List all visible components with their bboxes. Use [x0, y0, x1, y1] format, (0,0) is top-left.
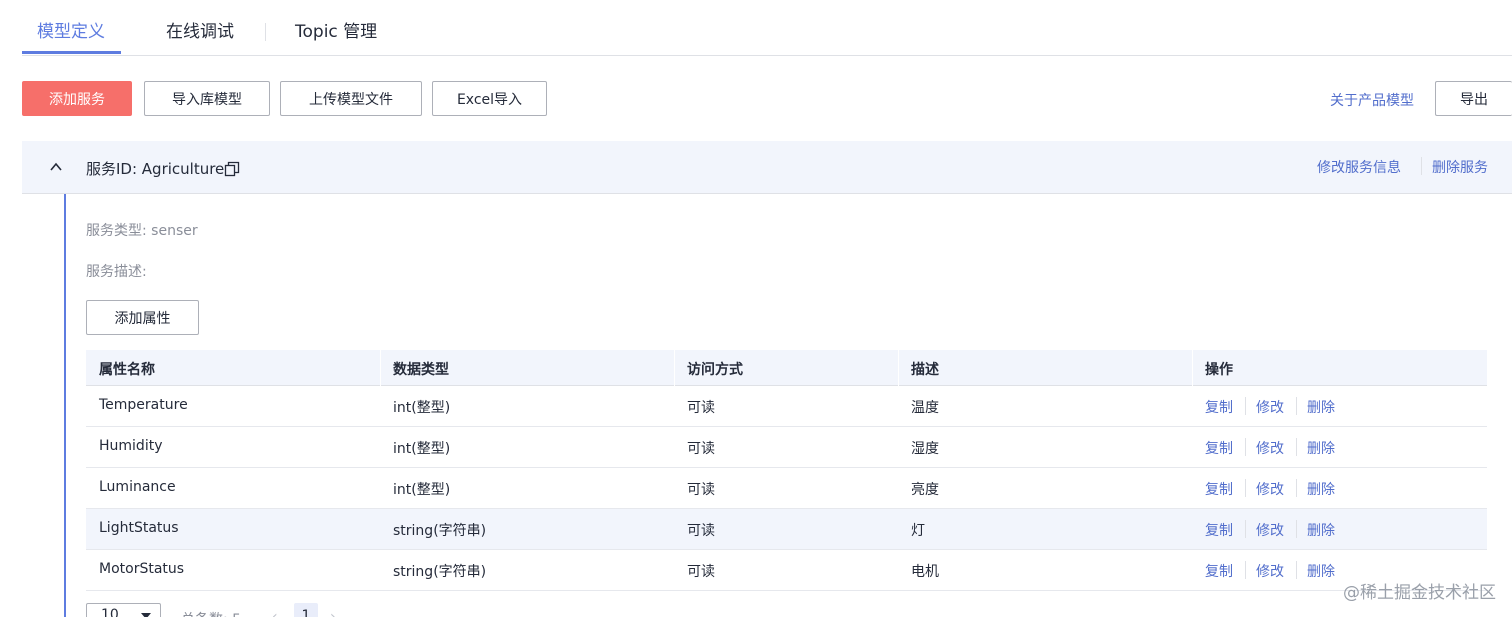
action-divider [1245, 561, 1246, 579]
table-row: Temperature int(整型) 可读 温度 复制 修改 删除 [86, 386, 1487, 427]
copy-link[interactable]: 复制 [1205, 561, 1233, 581]
tab-model-definition[interactable]: 模型定义 [37, 20, 105, 44]
property-access: 可读 [687, 564, 715, 580]
copy-icon[interactable] [224, 161, 240, 177]
edit-link[interactable]: 修改 [1256, 520, 1284, 540]
property-description: 温度 [911, 400, 939, 416]
edit-link[interactable]: 修改 [1256, 397, 1284, 417]
delete-link[interactable]: 删除 [1307, 438, 1335, 458]
table-row: Luminance int(整型) 可读 亮度 复制 修改 删除 [86, 468, 1487, 509]
action-divider [1296, 438, 1297, 456]
header-divider [1421, 157, 1422, 175]
delete-link[interactable]: 删除 [1307, 561, 1335, 581]
property-name: Humidity [99, 438, 163, 454]
chevron-up-icon[interactable] [50, 161, 62, 173]
service-description: 服务描述: [86, 264, 147, 280]
property-description: 电机 [911, 564, 939, 580]
edit-link[interactable]: 修改 [1256, 479, 1284, 499]
action-divider [1245, 479, 1246, 497]
service-body-accent-bar [64, 194, 66, 617]
property-type: int(整型) [393, 482, 451, 498]
property-name: Luminance [99, 479, 176, 495]
column-divider [380, 350, 381, 386]
column-header-actions: 操作 [1205, 362, 1233, 378]
service-header: 服务ID: Agriculture 修改服务信息 删除服务 [22, 141, 1512, 194]
table-header: 属性名称 数据类型 访问方式 描述 操作 [86, 350, 1487, 386]
property-name: Temperature [99, 397, 188, 413]
column-divider [1192, 350, 1193, 386]
next-page-button[interactable]: › [330, 609, 336, 617]
property-description: 湿度 [911, 441, 939, 457]
property-access: 可读 [687, 441, 715, 457]
property-type: string(字符串) [393, 564, 487, 580]
excel-import-button[interactable]: Excel导入 [432, 81, 547, 116]
action-divider [1245, 520, 1246, 538]
import-library-model-button[interactable]: 导入库模型 [144, 81, 270, 116]
service-id: 服务ID: Agriculture [86, 160, 225, 178]
about-product-model-link[interactable]: 关于产品模型 [1330, 90, 1414, 110]
action-divider [1296, 479, 1297, 497]
property-type: int(整型) [393, 400, 451, 416]
table-row: MotorStatus string(字符串) 可读 电机 复制 修改 删除 [86, 550, 1487, 591]
property-type: string(字符串) [393, 523, 487, 539]
edit-service-info-link[interactable]: 修改服务信息 [1317, 157, 1401, 177]
edit-link[interactable]: 修改 [1256, 438, 1284, 458]
action-divider [1296, 520, 1297, 538]
service-type: 服务类型: senser [86, 223, 198, 239]
page-number-current[interactable]: 1 [294, 603, 318, 617]
table-row: LightStatus string(字符串) 可读 灯 复制 修改 删除 [86, 509, 1487, 550]
tab-topic-management[interactable]: Topic 管理 [295, 20, 377, 44]
column-divider [674, 350, 675, 386]
tab-bar: 模型定义 在线调试 Topic 管理 [22, 0, 1512, 56]
tab-divider [265, 23, 266, 41]
watermark: @稀土掘金技术社区 [1343, 583, 1496, 603]
page-size-select[interactable]: 10 [86, 603, 161, 617]
delete-link[interactable]: 删除 [1307, 520, 1335, 540]
tab-online-debug[interactable]: 在线调试 [166, 20, 234, 44]
property-table: 属性名称 数据类型 访问方式 描述 操作 Temperature int(整型)… [86, 350, 1487, 591]
upload-model-file-button[interactable]: 上传模型文件 [280, 81, 422, 116]
property-description: 亮度 [911, 482, 939, 498]
action-divider [1296, 561, 1297, 579]
page-size-value: 10 [101, 607, 119, 617]
delete-link[interactable]: 删除 [1307, 397, 1335, 417]
column-header-access: 访问方式 [687, 362, 743, 378]
delete-link[interactable]: 删除 [1307, 479, 1335, 499]
column-header-description: 描述 [911, 362, 939, 378]
export-button[interactable]: 导出 [1435, 81, 1512, 116]
copy-link[interactable]: 复制 [1205, 520, 1233, 540]
add-property-button[interactable]: 添加属性 [86, 300, 199, 335]
copy-link[interactable]: 复制 [1205, 438, 1233, 458]
table-row: Humidity int(整型) 可读 湿度 复制 修改 删除 [86, 427, 1487, 468]
delete-service-link[interactable]: 删除服务 [1432, 157, 1488, 177]
copy-link[interactable]: 复制 [1205, 479, 1233, 499]
action-divider [1245, 397, 1246, 415]
column-divider [898, 350, 899, 386]
pagination: 10 总条数: 5 ‹ 1 › [86, 603, 686, 617]
column-header-name: 属性名称 [99, 362, 155, 378]
property-name: MotorStatus [99, 561, 185, 577]
property-access: 可读 [687, 482, 715, 498]
property-type: int(整型) [393, 441, 451, 457]
column-header-type: 数据类型 [393, 362, 449, 378]
action-divider [1296, 397, 1297, 415]
caret-down-icon [141, 613, 151, 617]
active-tab-indicator [22, 51, 121, 54]
property-description: 灯 [911, 523, 925, 539]
prev-page-button[interactable]: ‹ [272, 609, 278, 617]
copy-link[interactable]: 复制 [1205, 397, 1233, 417]
total-count: 总条数: 5 [181, 609, 241, 617]
property-access: 可读 [687, 523, 715, 539]
add-service-button[interactable]: 添加服务 [22, 81, 132, 116]
property-name: LightStatus [99, 520, 179, 536]
property-access: 可读 [687, 400, 715, 416]
action-divider [1245, 438, 1246, 456]
edit-link[interactable]: 修改 [1256, 561, 1284, 581]
